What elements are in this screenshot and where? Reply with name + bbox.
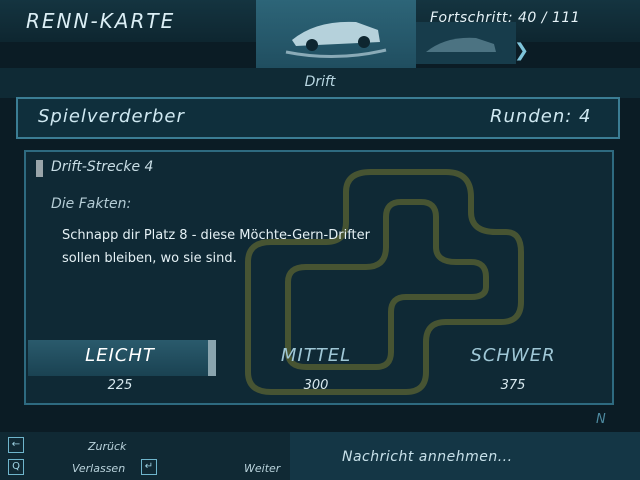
car-drift-icon <box>285 21 387 59</box>
next-button[interactable]: Weiter <box>244 462 280 475</box>
facts-text-line: Schnapp dir Platz 8 - diese Möchte-Gern-… <box>62 228 370 243</box>
double-chevron-right-icon[interactable]: ❯ <box>514 40 529 61</box>
back-key-icon[interactable]: ← <box>8 437 24 453</box>
difficulty-easy-reward: 225 <box>107 378 133 393</box>
quit-key-icon[interactable]: Q <box>8 459 24 475</box>
difficulty-hard-reward: 375 <box>500 378 526 393</box>
accept-message-button[interactable]: Nachricht annehmen... <box>342 449 513 465</box>
car-secondary-icon <box>426 37 496 52</box>
difficulty-hard-button[interactable]: SCHWER <box>423 345 603 366</box>
facts-text-line: sollen bleiben, wo sie sind. <box>62 251 237 266</box>
difficulty-medium-reward: 300 <box>303 378 329 393</box>
back-button[interactable]: Zurück <box>88 440 126 453</box>
event-name: Spielverderber <box>38 106 185 127</box>
mode-label: Drift <box>304 74 336 90</box>
tab-next-mode[interactable] <box>416 22 516 64</box>
track-marker <box>36 160 43 177</box>
difficulty-medium-button[interactable]: MITTEL <box>226 345 406 366</box>
screen-title: RENN-KARTE <box>26 9 176 33</box>
laps-count: Runden: 4 <box>490 106 592 127</box>
facts-label: Die Fakten: <box>51 196 132 212</box>
quit-button[interactable]: Verlassen <box>72 462 125 475</box>
difficulty-easy-button[interactable]: LEICHT <box>30 345 210 366</box>
corner-label: N <box>596 412 606 427</box>
tab-drift[interactable] <box>256 0 416 68</box>
enter-key-icon[interactable]: ↵ <box>141 459 157 475</box>
track-name: Drift-Strecke 4 <box>51 159 154 175</box>
